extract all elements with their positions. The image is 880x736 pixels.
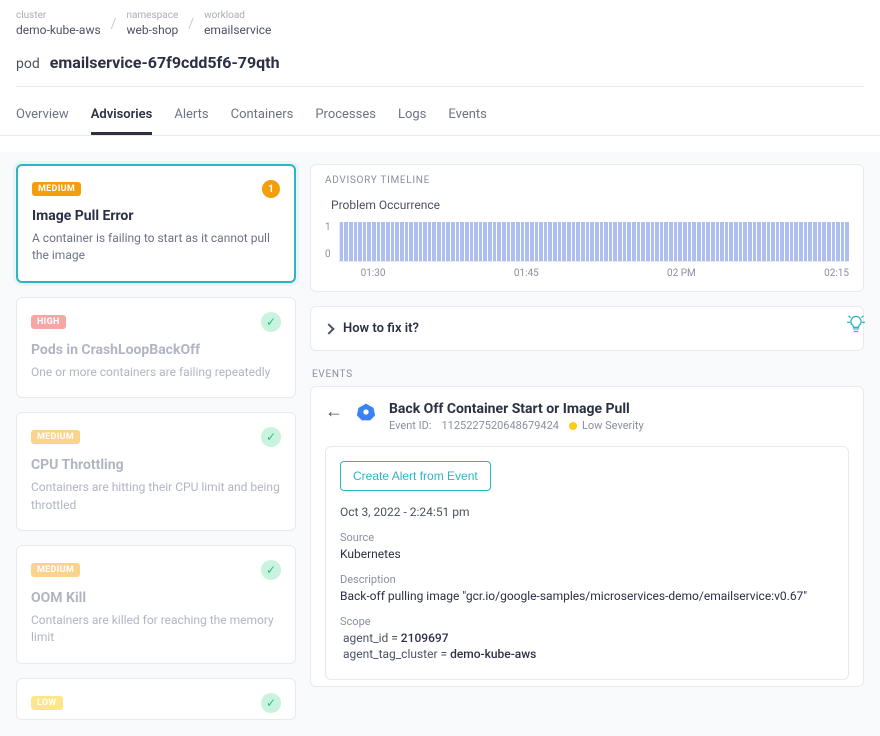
advisory-desc: Containers are hitting their CPU limit a… [31, 479, 281, 514]
advisory-card[interactable]: MEDIUM 1 Image Pull Error A container is… [16, 164, 296, 283]
chevron-right-icon [323, 323, 334, 334]
tab-overview[interactable]: Overview [16, 103, 69, 135]
breadcrumb-sep: / [111, 16, 117, 32]
event-id: 1125227520648679424 [441, 419, 558, 432]
description-label: Description [340, 573, 834, 586]
tab-processes[interactable]: Processes [315, 103, 376, 135]
advisory-title: Pods in CrashLoopBackOff [31, 342, 281, 358]
check-icon: ✓ [261, 312, 281, 332]
crumb-workload[interactable]: workload emailservice [204, 10, 271, 37]
event-title: Back Off Container Start or Image Pull [389, 401, 849, 417]
scope-label: Scope [340, 615, 834, 628]
scope-line: agent_id = 2109697 [340, 631, 834, 645]
kubernetes-icon [355, 401, 377, 423]
lightbulb-icon [845, 313, 867, 335]
severity-pill: MEDIUM [31, 430, 80, 444]
bar-row [339, 222, 849, 262]
severity-pill: MEDIUM [31, 563, 80, 577]
chart-title: Problem Occurrence [331, 198, 849, 212]
crumb-cluster-value: demo-kube-aws [16, 23, 101, 37]
how-to-fix-toggle[interactable]: How to fix it? [310, 306, 864, 351]
breadcrumb: cluster demo-kube-aws / namespace web-sh… [16, 10, 864, 37]
scope-line: agent_tag_cluster = demo-kube-aws [340, 647, 834, 661]
severity-dot-icon [569, 422, 577, 430]
count-badge: 1 [262, 180, 280, 198]
crumb-workload-value: emailservice [204, 23, 271, 37]
crumb-cluster[interactable]: cluster demo-kube-aws [16, 10, 101, 37]
x-tick: 02:15 [824, 268, 849, 279]
advisory-desc: One or more containers are failing repea… [31, 364, 281, 381]
severity-pill: HIGH [31, 315, 66, 329]
advisory-title: CPU Throttling [31, 457, 281, 473]
breadcrumb-sep: / [188, 16, 194, 32]
timeline-header: ADVISORY TIMELINE [311, 165, 863, 190]
tab-logs[interactable]: Logs [398, 103, 426, 135]
severity-badge: Low Severity [569, 419, 644, 432]
advisory-desc: Containers are killed for reaching the m… [31, 612, 281, 647]
check-icon: ✓ [261, 427, 281, 447]
description-value: Back-off pulling image "gcr.io/google-sa… [340, 589, 834, 603]
event-panel: ← Back Off Container Start or Image Pull… [310, 386, 864, 687]
source-label: Source [340, 531, 834, 544]
event-id-label: Event ID: [389, 419, 431, 432]
x-tick: 01:45 [514, 268, 539, 279]
tab-alerts[interactable]: Alerts [174, 103, 208, 135]
crumb-workload-label: workload [204, 10, 271, 21]
tab-advisories[interactable]: Advisories [91, 103, 153, 135]
x-tick: 02 PM [667, 268, 696, 279]
timeline-chart: 1 0 01:30 01:45 02 PM 02:15 [325, 222, 849, 279]
advisory-card[interactable]: LOW ✓ [16, 678, 296, 720]
divider [16, 86, 864, 87]
advisory-card[interactable]: MEDIUM ✓ OOM Kill Containers are killed … [16, 545, 296, 664]
check-icon: ✓ [261, 693, 281, 713]
advisory-desc: A container is failing to start as it ca… [32, 230, 280, 265]
tab-events[interactable]: Events [448, 103, 486, 135]
create-alert-button[interactable]: Create Alert from Event [340, 461, 491, 491]
advisory-card[interactable]: HIGH ✓ Pods in CrashLoopBackOff One or m… [16, 297, 296, 398]
advisory-title: OOM Kill [31, 590, 281, 606]
y-tick: 1 [325, 222, 331, 233]
check-icon: ✓ [261, 560, 281, 580]
x-tick: 01:30 [361, 268, 386, 279]
y-tick: 0 [325, 249, 331, 260]
crumb-namespace[interactable]: namespace web-shop [126, 10, 178, 37]
crumb-cluster-label: cluster [16, 10, 101, 21]
advisory-card[interactable]: MEDIUM ✓ CPU Throttling Containers are h… [16, 412, 296, 531]
back-arrow-icon[interactable]: ← [325, 401, 343, 421]
severity-pill: LOW [31, 696, 63, 710]
pod-prefix: pod [16, 56, 40, 72]
crumb-namespace-value: web-shop [126, 23, 178, 37]
advisory-title: Image Pull Error [32, 208, 280, 224]
event-timestamp: Oct 3, 2022 - 2:24:51 pm [340, 505, 834, 519]
pod-name: emailservice-67f9cdd5f6-79qth [50, 53, 280, 72]
tab-bar: Overview Advisories Alerts Containers Pr… [0, 103, 880, 136]
severity-text: Low Severity [582, 419, 644, 432]
fix-label: How to fix it? [343, 321, 419, 336]
severity-pill: MEDIUM [32, 182, 81, 196]
crumb-namespace-label: namespace [126, 10, 178, 21]
source-value: Kubernetes [340, 547, 834, 561]
page-title: pod emailservice-67f9cdd5f6-79qth [16, 53, 864, 72]
events-header: EVENTS [310, 365, 864, 386]
timeline-panel: ADVISORY TIMELINE Problem Occurrence 1 0… [310, 164, 864, 292]
tab-containers[interactable]: Containers [231, 103, 294, 135]
advisory-list: MEDIUM 1 Image Pull Error A container is… [16, 152, 296, 720]
